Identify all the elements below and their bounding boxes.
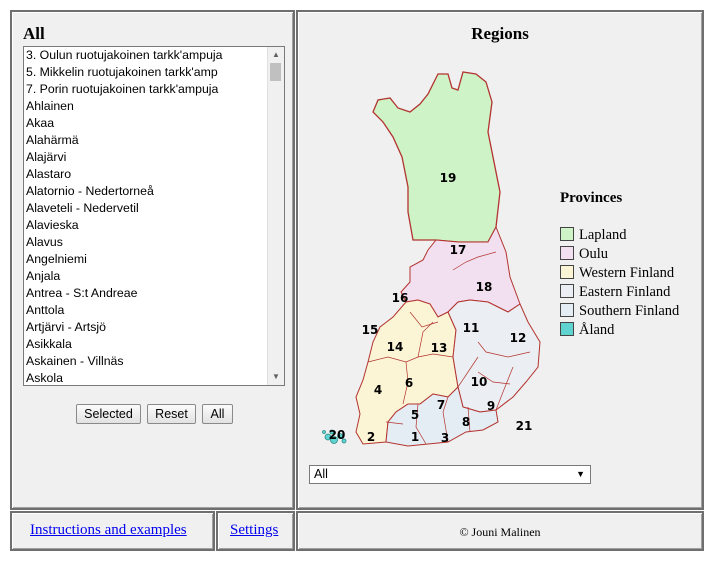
region-label[interactable]: 21: [516, 419, 533, 433]
reset-button[interactable]: Reset: [147, 404, 196, 424]
region-label[interactable]: 13: [431, 341, 448, 355]
scroll-thumb[interactable]: [270, 63, 281, 81]
legend-label: Åland: [579, 322, 615, 338]
legend-label: Southern Finland: [579, 303, 680, 319]
all-button[interactable]: All: [202, 404, 233, 424]
list-item[interactable]: Akaa: [26, 115, 284, 132]
legend-item-southern-finland[interactable]: Southern Finland: [560, 302, 679, 320]
legend-label: Oulu: [579, 246, 608, 262]
provinces-legend-title: Provinces: [560, 190, 623, 206]
region-label[interactable]: 9: [487, 399, 495, 413]
instructions-link[interactable]: Instructions and examples: [30, 522, 187, 539]
region-label[interactable]: 8: [462, 415, 470, 429]
list-item[interactable]: Askola: [26, 370, 284, 385]
region-label[interactable]: 3: [441, 431, 449, 445]
list-item[interactable]: Angelniemi: [26, 251, 284, 268]
list-item[interactable]: Alahärmä: [26, 132, 284, 149]
list-item[interactable]: Alatornio - Nedertorneå: [26, 183, 284, 200]
scroll-down-arrow-icon[interactable]: ▼: [268, 369, 284, 385]
region-select[interactable]: All ▼: [309, 465, 591, 484]
municipality-panel: All 3. Oulun ruotujakoinen tarkk'ampuja …: [10, 10, 295, 510]
legend-swatch: [560, 264, 574, 279]
legend-swatch: [560, 226, 574, 241]
regions-panel: Regions 19 17 18 16 15 11 12 14 13 4 6 1…: [296, 10, 704, 510]
footer-instructions-cell: Instructions and examples: [10, 511, 215, 551]
legend-swatch: [560, 245, 574, 260]
region-label[interactable]: 4: [374, 383, 382, 397]
region-label[interactable]: 12: [510, 331, 527, 345]
finland-region-map[interactable]: 19 17 18 16 15 11 12 14 13 4 6 10 7 9 5 …: [298, 12, 702, 508]
legend-item-oulu[interactable]: Oulu: [560, 245, 608, 263]
region-label[interactable]: 2: [367, 430, 375, 444]
legend-item-aland[interactable]: Åland: [560, 321, 614, 339]
region-label[interactable]: 20: [329, 428, 346, 442]
chevron-down-icon[interactable]: ▼: [576, 466, 585, 483]
region-label[interactable]: 5: [411, 408, 419, 422]
region-label[interactable]: 10: [471, 375, 488, 389]
list-item[interactable]: Anjala: [26, 268, 284, 285]
region-select-value: All: [314, 467, 328, 481]
footer-settings-cell: Settings: [216, 511, 295, 551]
selected-button[interactable]: Selected: [76, 404, 141, 424]
list-item[interactable]: 5. Mikkelin ruotujakoinen tarkk'amp: [26, 64, 284, 81]
region-label[interactable]: 6: [405, 376, 413, 390]
legend-item-eastern-finland[interactable]: Eastern Finland: [560, 283, 670, 301]
list-item[interactable]: Artjärvi - Artsjö: [26, 319, 284, 336]
municipality-listbox[interactable]: 3. Oulun ruotujakoinen tarkk'ampuja 5. M…: [23, 46, 285, 386]
legend-label: Eastern Finland: [579, 284, 671, 300]
list-item[interactable]: 7. Porin ruotujakoinen tarkk'ampuja: [26, 81, 284, 98]
region-label[interactable]: 14: [387, 340, 404, 354]
region-eastern-area[interactable]: [447, 299, 541, 413]
legend-item-western-finland[interactable]: Western Finland: [560, 264, 674, 282]
region-label[interactable]: 11: [463, 321, 480, 335]
region-label[interactable]: 7: [437, 398, 445, 412]
list-item[interactable]: Askainen - Villnäs: [26, 353, 284, 370]
list-item[interactable]: Asikkala: [26, 336, 284, 353]
list-item[interactable]: Alastaro: [26, 166, 284, 183]
region-label[interactable]: 18: [476, 280, 493, 294]
scroll-up-arrow-icon[interactable]: ▲: [268, 47, 284, 63]
list-item[interactable]: Alavieska: [26, 217, 284, 234]
legend-label: Lapland: [579, 227, 627, 243]
legend-swatch: [560, 321, 574, 336]
list-item[interactable]: Alavus: [26, 234, 284, 251]
copyright-text: © Jouni Malinen: [459, 525, 541, 539]
region-label[interactable]: 15: [362, 323, 379, 337]
list-title: All: [23, 24, 45, 43]
list-item[interactable]: 3. Oulun ruotujakoinen tarkk'ampuja: [26, 47, 284, 64]
region-label[interactable]: 17: [450, 243, 467, 257]
region-label[interactable]: 16: [392, 291, 409, 305]
legend-label: Western Finland: [579, 265, 675, 281]
list-item[interactable]: Alajärvi: [26, 149, 284, 166]
list-item[interactable]: Anttola: [26, 302, 284, 319]
region-19-area[interactable]: [372, 71, 501, 243]
region-label[interactable]: 19: [440, 171, 457, 185]
footer-copyright-cell: © Jouni Malinen: [296, 511, 704, 551]
legend-swatch: [560, 283, 574, 298]
list-item[interactable]: Antrea - S:t Andreae: [26, 285, 284, 302]
settings-link[interactable]: Settings: [230, 522, 278, 539]
list-scrollbar[interactable]: ▲ ▼: [267, 47, 284, 385]
legend-item-lapland[interactable]: Lapland: [560, 226, 627, 244]
legend-swatch: [560, 302, 574, 317]
region-label[interactable]: 1: [411, 430, 419, 444]
list-item[interactable]: Alaveteli - Nedervetil: [26, 200, 284, 217]
list-item[interactable]: Ahlainen: [26, 98, 284, 115]
